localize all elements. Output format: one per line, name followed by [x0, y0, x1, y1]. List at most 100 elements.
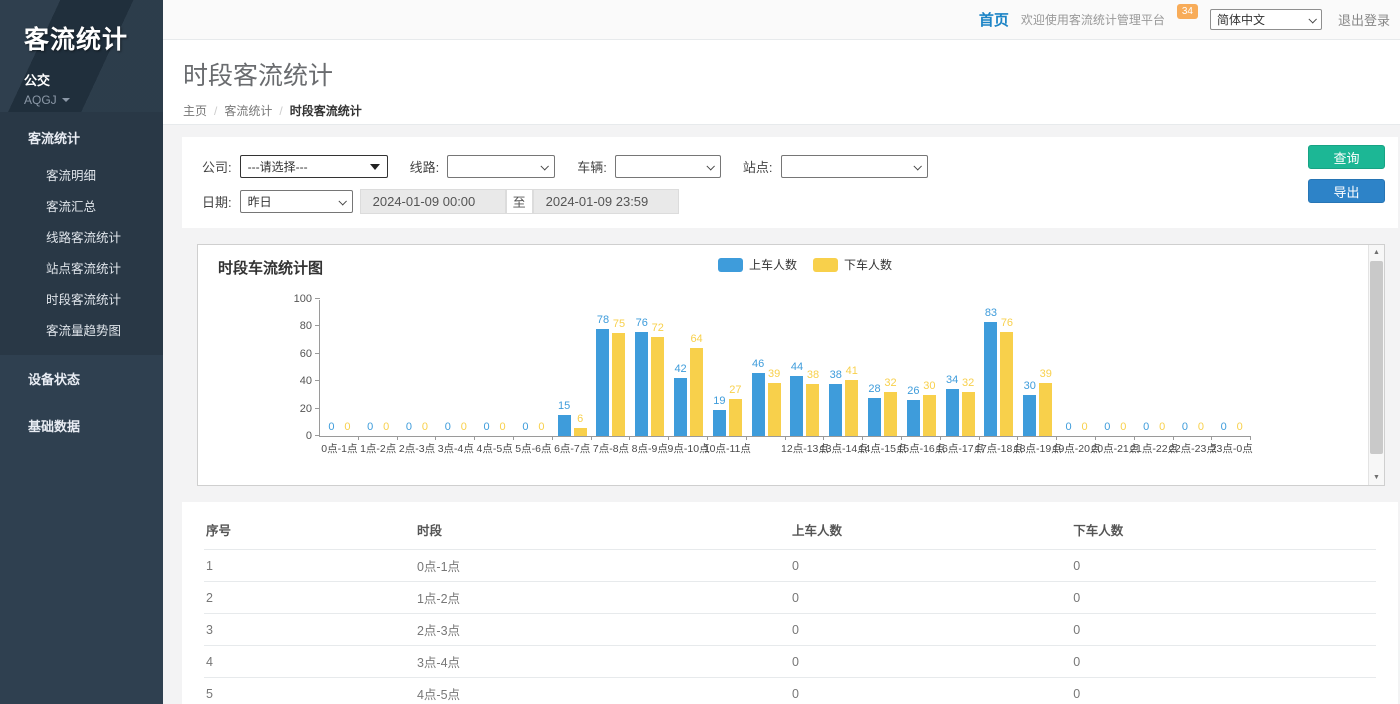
user-menu[interactable]: AQGJ: [24, 93, 163, 107]
bar-value-label: 0: [328, 421, 334, 433]
bar-value-label: 0: [500, 421, 506, 433]
breadcrumb-home[interactable]: 主页: [183, 102, 207, 119]
x-axis-tick: [979, 436, 980, 440]
table-row: 43点-4点00: [204, 646, 1376, 678]
legend-item[interactable]: 下车人数: [813, 256, 892, 273]
date-preset-value: 昨日: [248, 193, 272, 210]
bar-value-label: 30: [1024, 380, 1036, 392]
nav-sublist: 客流明细客流汇总线路客流统计站点客流统计时段客流统计客流量趋势图: [0, 159, 163, 345]
bar[interactable]: 32: [884, 392, 897, 436]
bar[interactable]: 26: [907, 400, 920, 436]
bar-group: 42649点-10点: [669, 300, 708, 436]
export-button[interactable]: 导出: [1308, 179, 1385, 203]
chevron-down-icon: [1308, 15, 1316, 23]
bar[interactable]: 39: [768, 383, 781, 436]
bar-value-label: 75: [613, 318, 625, 330]
bar-group: 001点-2点: [359, 300, 398, 436]
chart-scrollbar[interactable]: ▲ ▼: [1368, 245, 1384, 485]
x-axis-tick: [1056, 436, 1057, 440]
date-from-input[interactable]: 2024-01-09 00:00: [360, 189, 506, 214]
bar[interactable]: 44: [790, 376, 803, 436]
bar[interactable]: 32: [962, 392, 975, 436]
scroll-down-icon[interactable]: ▼: [1369, 470, 1384, 485]
breadcrumb: 主页 / 客流统计 / 时段客流统计: [183, 102, 1400, 119]
bar[interactable]: 75: [612, 333, 625, 436]
bar[interactable]: 64: [690, 348, 703, 436]
bar[interactable]: 83: [984, 322, 997, 436]
sidebar-subitem[interactable]: 站点客流统计: [0, 252, 163, 283]
query-button[interactable]: 查询: [1308, 145, 1385, 169]
x-axis-label: 10点-11点: [704, 441, 751, 456]
bar[interactable]: 15: [558, 415, 571, 436]
bar[interactable]: 72: [651, 337, 664, 436]
station-select[interactable]: [781, 155, 928, 178]
table-cell: 0: [790, 614, 1071, 646]
bar[interactable]: 76: [1000, 332, 1013, 436]
bar-value-label: 27: [729, 384, 741, 396]
table-cell: 2: [204, 582, 415, 614]
date-to-input[interactable]: 2024-01-09 23:59: [533, 189, 679, 214]
app-logo: 客流统计: [24, 20, 163, 56]
bar-group: 0021点-22点: [1135, 300, 1174, 436]
bar[interactable]: 78: [596, 329, 609, 436]
sidebar-subitem[interactable]: 客流量趋势图: [0, 314, 163, 345]
bar-value-label: 64: [690, 333, 702, 345]
bar-value-label: 83: [985, 307, 997, 319]
breadcrumb-separator: /: [279, 104, 282, 118]
legend-swatch: [718, 258, 743, 272]
legend-label: 下车人数: [844, 256, 892, 273]
chart-panel: 时段车流统计图 上车人数下车人数 020406080100000点-1点001点…: [197, 244, 1385, 486]
col-header-alighting: 下车人数: [1071, 512, 1376, 550]
bar[interactable]: 76: [635, 332, 648, 436]
date-preset-select[interactable]: 昨日: [240, 190, 353, 213]
breadcrumb-current: 时段客流统计: [290, 102, 362, 119]
bar[interactable]: 6: [574, 428, 587, 436]
bar[interactable]: 28: [868, 398, 881, 436]
scrollbar-thumb[interactable]: [1370, 261, 1383, 454]
chevron-down-icon: [706, 162, 714, 170]
sidebar-subitem[interactable]: 时段客流统计: [0, 283, 163, 314]
bar[interactable]: 30: [923, 395, 936, 436]
legend-item[interactable]: 上车人数: [718, 256, 797, 273]
language-select[interactable]: 简体中文: [1210, 9, 1322, 30]
company-select[interactable]: ---请选择---: [240, 155, 388, 178]
bar-group: 384113点-14点: [824, 300, 863, 436]
sidebar-subitem[interactable]: 线路客流统计: [0, 221, 163, 252]
x-axis-label: 1点-2点: [360, 441, 396, 456]
bar-value-label: 30: [923, 380, 935, 392]
bar[interactable]: 19: [713, 410, 726, 436]
vehicle-select[interactable]: [615, 155, 721, 178]
scroll-up-icon[interactable]: ▲: [1369, 245, 1384, 260]
sidebar-subitem[interactable]: 客流汇总: [0, 190, 163, 221]
bar-group: 004点-5点: [475, 300, 514, 436]
bar[interactable]: 27: [729, 399, 742, 436]
sidebar-item-passenger-stats[interactable]: 客流统计: [0, 116, 163, 159]
bar-group: 192710点-11点: [708, 300, 747, 436]
bar-group: 463911点-12点: [747, 300, 786, 436]
language-value: 简体中文: [1217, 11, 1265, 28]
bar[interactable]: 39: [1039, 383, 1052, 436]
sidebar-item-base-data[interactable]: 基础数据: [0, 402, 163, 449]
logout-link[interactable]: 退出登录: [1338, 10, 1390, 29]
bar-group: 837617点-18点: [980, 300, 1019, 436]
bar[interactable]: 46: [752, 373, 765, 436]
bar[interactable]: 41: [845, 380, 858, 436]
col-header-index: 序号: [204, 512, 415, 550]
bar[interactable]: 42: [674, 378, 687, 436]
breadcrumb-passenger-stats[interactable]: 客流统计: [224, 102, 272, 119]
sidebar-subitem[interactable]: 客流明细: [0, 159, 163, 190]
notification-badge[interactable]: 34: [1177, 4, 1198, 19]
home-link[interactable]: 首页: [979, 9, 1009, 30]
x-axis-tick: [1134, 436, 1135, 440]
x-axis-tick: [397, 436, 398, 440]
bar[interactable]: 30: [1023, 395, 1036, 436]
bar[interactable]: 38: [806, 384, 819, 436]
sidebar-item-device-status[interactable]: 设备状态: [0, 355, 163, 402]
bar[interactable]: 38: [829, 384, 842, 436]
bar[interactable]: 34: [946, 389, 959, 436]
x-axis-label: 2点-3点: [399, 441, 435, 456]
y-axis-tick-label: 40: [300, 375, 312, 387]
line-select[interactable]: [447, 155, 555, 178]
table-row: 32点-3点00: [204, 614, 1376, 646]
page-heading: 时段客流统计 主页 / 客流统计 / 时段客流统计: [163, 40, 1400, 125]
